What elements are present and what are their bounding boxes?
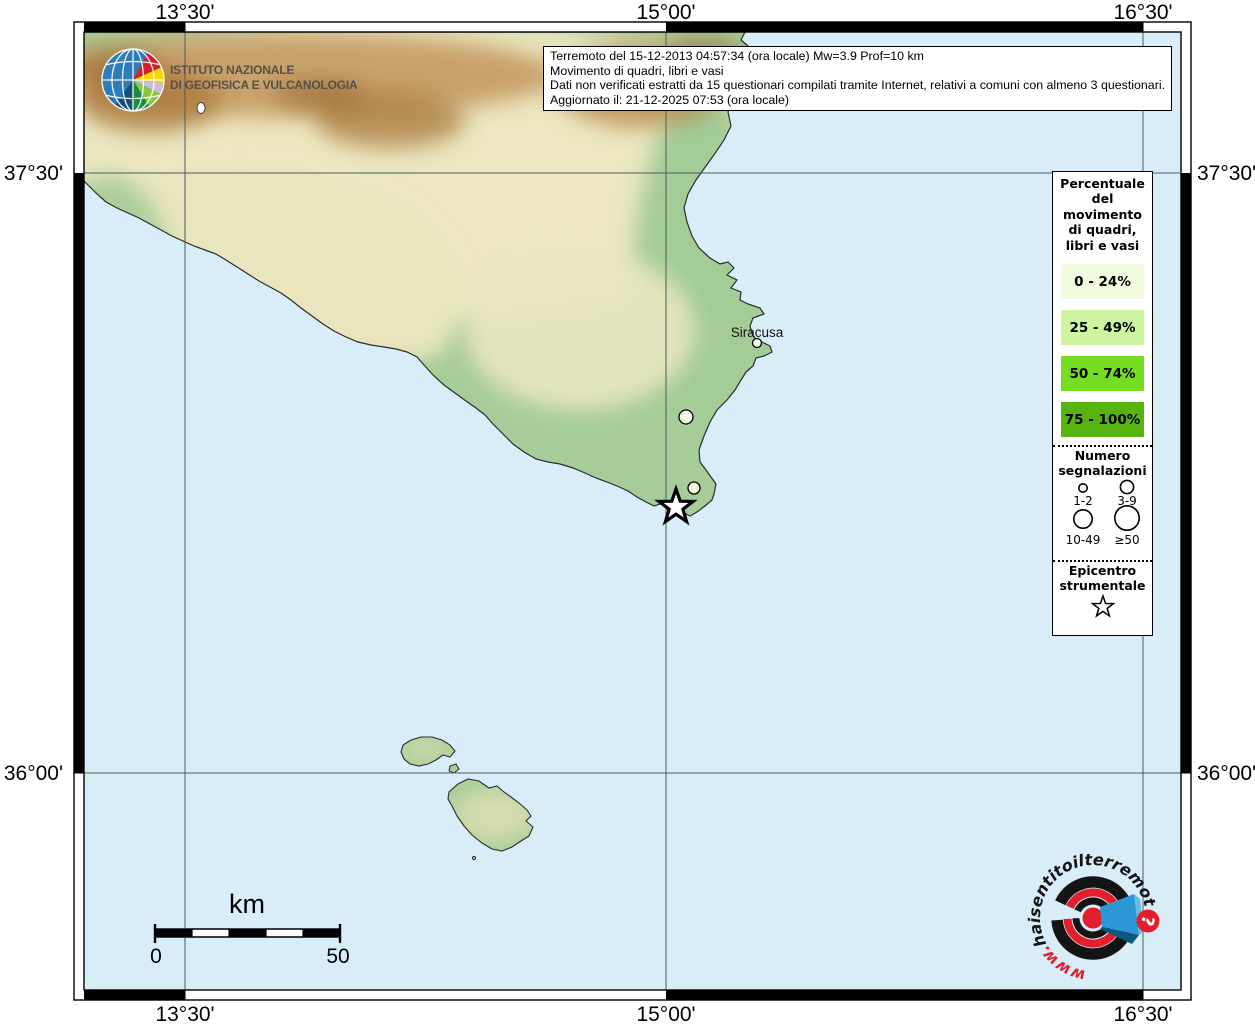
ingv-name-line2: DI GEOFISICA E VULCANOLOGIA [170,78,358,93]
signals-title: Numero segnalazioni [1053,447,1152,478]
signal-label-50plus: ≥50 [1114,533,1139,547]
scale-start-label: 0 [150,945,162,968]
axis-label-left-0: 37°30' [4,162,63,185]
signal-circle-1-2 [1078,484,1086,492]
watermark-tld: .it [1020,845,1025,849]
scale-end-label: 50 [326,945,349,968]
legend-title: Percentuale del movimento di quadri, lib… [1053,172,1152,253]
signal-label-3-9: 3-9 [1117,494,1137,508]
axis-label-right-0: 37°30' [1197,162,1255,185]
signal-circle-3-9 [1120,480,1133,493]
ingv-globe-icon [100,47,166,113]
epicenter-title-line: strumentale [1053,579,1152,594]
legend: Percentuale del movimento di quadri, lib… [1052,171,1153,636]
legend-star-key [1057,593,1149,625]
legend-title-line: Percentuale [1053,176,1152,191]
city-label-siracusa: Siracusa [731,325,784,340]
axis-label-top-2: 16°30' [1113,1,1172,24]
axis-label-right-1: 36°00' [1197,762,1255,785]
info-line-movement: Movimento di quadri, libri e vasi [550,64,1165,79]
axis-label-top-0: 13°30' [155,1,214,24]
legend-swatch-50-74: 50 - 74% [1061,356,1144,391]
legend-title-line: movimento [1053,207,1152,222]
signal-label-1-2: 1-2 [1073,494,1093,508]
legend-star-icon [1092,596,1113,616]
signal-label-10-49: 10-49 [1065,533,1100,547]
legend-title-line: del [1053,191,1152,206]
axis-label-left-1: 36°00' [4,762,63,785]
signals-title-line: Numero [1053,449,1152,464]
legend-swatch-75-100: 75 - 100% [1061,402,1144,437]
scale-unit-label: km [229,889,265,919]
signal-circle-50plus [1114,506,1138,530]
epicenter-title: Epicentro strumentale [1053,562,1152,593]
info-line-data-note: Dati non verificati estratti da 15 quest… [550,78,1165,93]
signal-circle-10-49 [1073,510,1091,528]
info-line-event: Terremoto del 15-12-2013 04:57:34 (ora l… [550,49,1165,64]
axis-label-bottom-0: 13°30' [155,1003,214,1024]
epicenter-title-line: Epicentro [1053,564,1152,579]
report-circle-2 [688,482,700,494]
axis-label-bottom-2: 16°30' [1113,1003,1172,1024]
signals-size-key: 1-2 3-9 10-49 ≥50 [1055,478,1151,548]
legend-title-line: di quadri, [1053,222,1152,237]
axis-label-bottom-1: 15°00' [636,1003,695,1024]
info-box: Terremoto del 15-12-2013 04:57:34 (ora l… [543,46,1172,111]
ingv-logo-text: ISTITUTO NAZIONALE DI GEOFISICA E VULCAN… [170,63,358,92]
legend-title-line: libri e vasi [1053,238,1152,253]
legend-swatch-0-24: 0 - 24% [1061,264,1144,299]
signals-title-line: segnalazioni [1053,464,1152,479]
legend-swatch-25-49: 25 - 49% [1061,310,1144,345]
axis-label-top-1: 15°00' [636,1,695,24]
earthquake-felt-map-page: { "info_box": { "line1": "Terremoto del … [0,0,1255,1024]
ingv-name-line1: ISTITUTO NAZIONALE [170,63,358,78]
watermark-logo: ? www.haisentitoilterremoto.it [1020,845,1180,1000]
lake [197,103,205,114]
info-line-updated: Aggiornato il: 21-12-2025 07:53 (ora loc… [550,93,1165,108]
report-circle-1 [679,410,693,424]
